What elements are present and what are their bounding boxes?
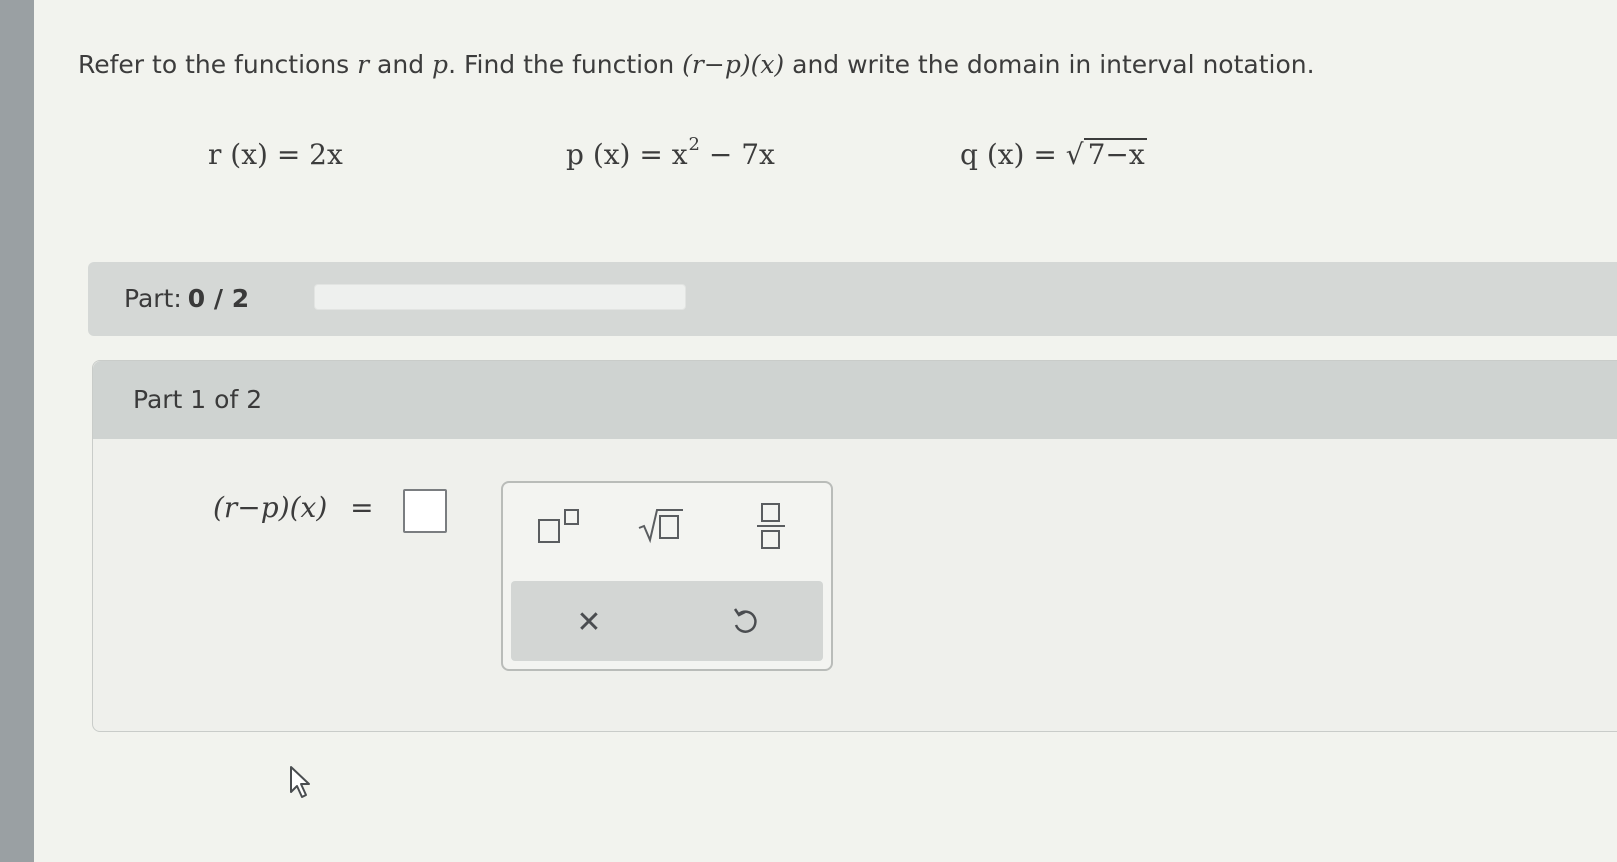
part-progress-bar: Part: 0 / 2 [88, 262, 1617, 336]
prompt-var-p: p [432, 50, 449, 79]
part-1-heading: Part 1 of 2 [133, 385, 263, 414]
clear-x-icon: ✕ [576, 604, 602, 640]
prompt-var-r: r [357, 50, 370, 79]
function-q-definition: q (x) = √ 7−x [960, 138, 1147, 171]
clear-button[interactable]: ✕ [559, 597, 619, 647]
fraction-template-button[interactable] [741, 501, 801, 551]
fraction-template-icon [757, 503, 785, 549]
function-r-text: r (x) = 2x [208, 138, 343, 171]
radical-sign: √ [1065, 138, 1084, 171]
math-toolbox: ✕ [501, 481, 833, 671]
answer-lhs: (r−p)(x) [213, 491, 328, 524]
part-1-header: Part 1 of 2 [93, 361, 1617, 439]
square-root-template-button[interactable] [631, 501, 691, 551]
part-label-text: Part: [124, 284, 182, 313]
prompt-expression: (r−p)(x) [682, 50, 785, 79]
part-progress-count: 0 / 2 [187, 284, 250, 313]
prompt-text-1: Refer to the functions [78, 50, 358, 79]
question-prompt: Refer to the functions r and p. Find the… [78, 50, 1558, 79]
mouse-pointer-icon [290, 766, 310, 798]
answer-input[interactable] [403, 489, 447, 533]
function-p-exponent: 2 [688, 134, 700, 155]
answer-equals: = [350, 491, 374, 524]
function-p-rest: − 7x [699, 138, 775, 171]
prompt-text-3: . Find the function [448, 50, 683, 79]
function-q-text: q (x) = [960, 138, 1066, 171]
undo-icon [733, 608, 757, 633]
undo-button[interactable] [715, 597, 775, 647]
part-1-card: Part 1 of 2 (r−p)(x) = ✕ [92, 360, 1617, 732]
screen-left-edge [0, 0, 34, 862]
part-progress-label: Part: 0 / 2 [124, 284, 249, 313]
function-q-radicand: 7−x [1083, 138, 1147, 170]
superscript-template-icon [538, 509, 579, 543]
answer-equation: (r−p)(x) = [213, 491, 374, 524]
superscript-template-button[interactable] [529, 501, 589, 551]
prompt-text-2: and [369, 50, 433, 79]
function-p-definition: p (x) = x2 − 7x [566, 134, 775, 171]
prompt-text-4: and write the domain in interval notatio… [784, 50, 1315, 79]
toolbox-action-row: ✕ [511, 581, 823, 661]
function-r-definition: r (x) = 2x [208, 138, 343, 171]
function-p-text: p (x) = x [566, 138, 688, 171]
progress-track [314, 284, 686, 310]
square-root-template-icon [638, 509, 683, 544]
